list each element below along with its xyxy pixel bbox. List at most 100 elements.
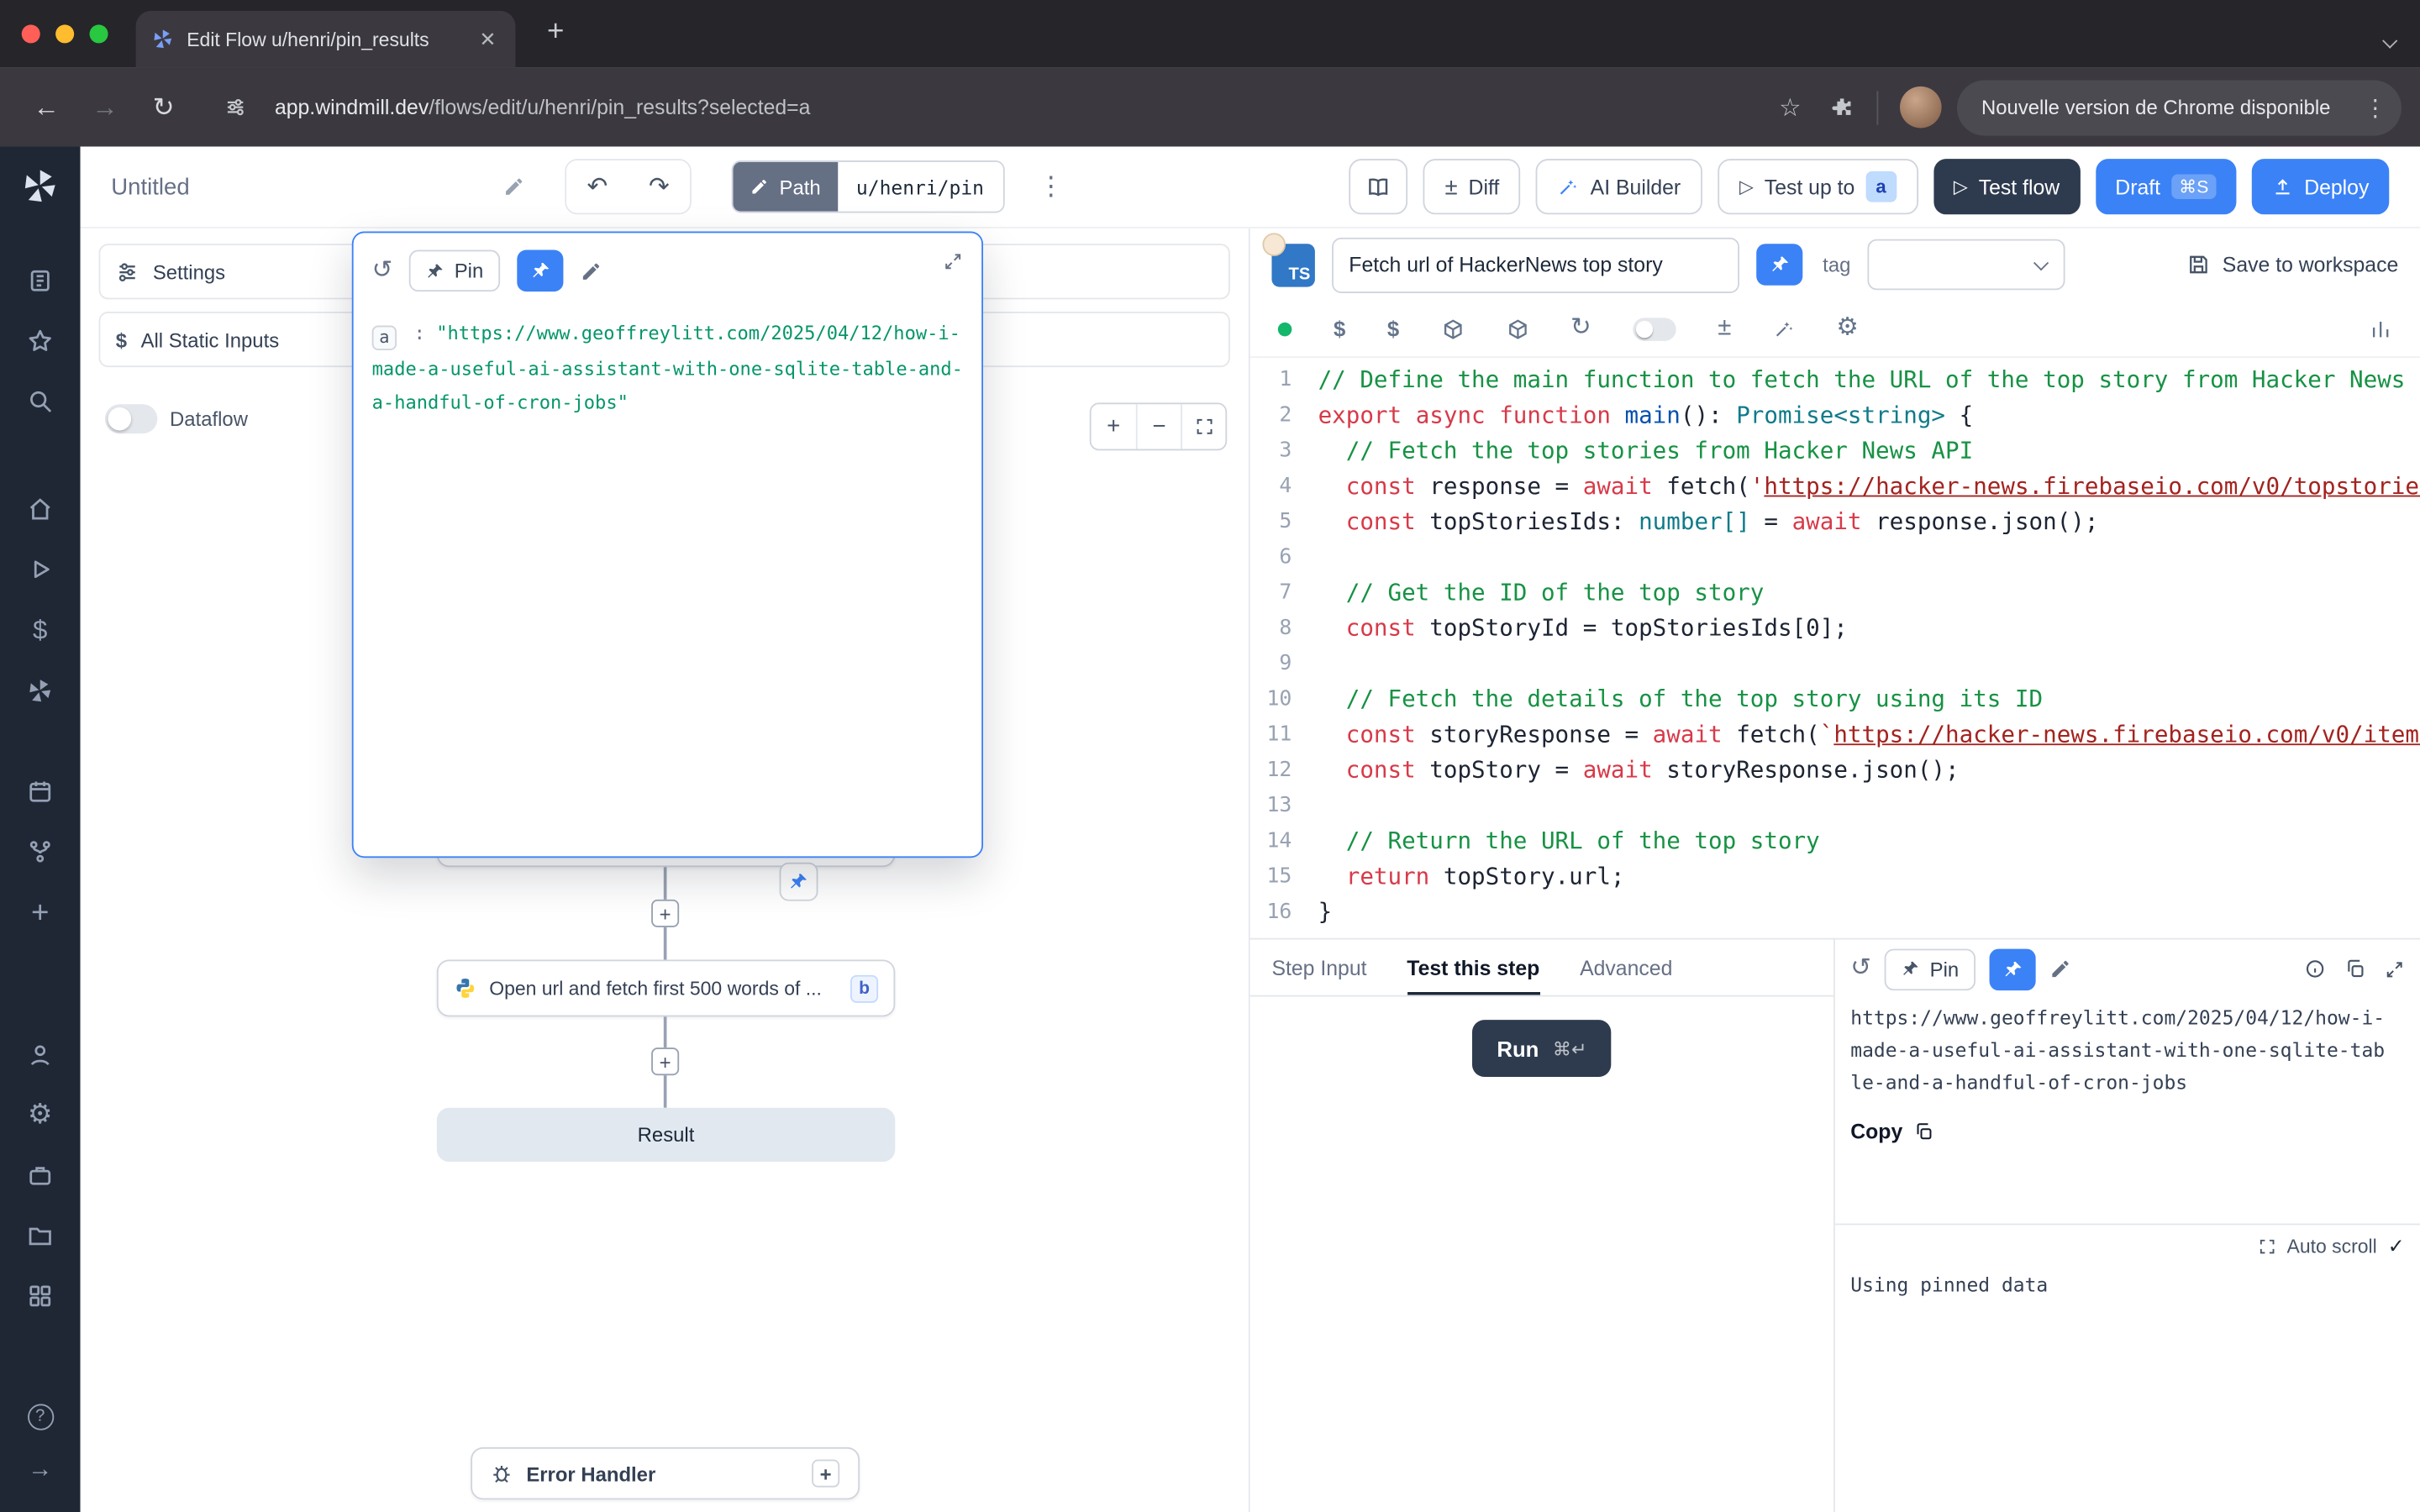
diff-icon[interactable]: ± xyxy=(1718,317,1731,341)
pinned-data-bad[interactable] xyxy=(780,863,818,901)
code-editor[interactable]: 1// Define the main function to fetch th… xyxy=(1250,358,2420,938)
flow-title-box[interactable]: Untitled xyxy=(111,174,524,200)
tab-step-input[interactable]: Step Input xyxy=(1271,940,1366,995)
test-flow-button[interactable]: ▷Test flow xyxy=(1933,159,2080,214)
traffic-light-minimize[interactable] xyxy=(55,24,74,43)
history-icon[interactable]: ↺ xyxy=(1850,957,1871,981)
forward-icon[interactable]: → xyxy=(77,81,133,133)
copy-result-icon[interactable] xyxy=(2344,958,2366,980)
copy-button[interactable]: Copy xyxy=(1835,1101,2420,1162)
settings-icon[interactable]: ⚙ xyxy=(20,1094,60,1134)
run-button[interactable]: Run⌘↵ xyxy=(1472,1020,1612,1077)
windmill-logo[interactable] xyxy=(20,166,60,207)
site-settings-icon[interactable] xyxy=(210,82,260,132)
deploy-button[interactable]: Deploy xyxy=(2252,159,2390,214)
zoom-out-icon[interactable]: − xyxy=(1136,404,1181,449)
insert-step-button[interactable]: + xyxy=(651,1047,679,1075)
ai-gen-icon[interactable] xyxy=(1773,318,1795,339)
diff-toggle[interactable] xyxy=(1633,317,1676,340)
flows-icon[interactable] xyxy=(20,832,60,872)
resources-icon[interactable] xyxy=(20,671,60,711)
variable-picker-icon[interactable]: $ xyxy=(1334,318,1345,339)
apps-icon[interactable] xyxy=(20,260,60,301)
back-icon[interactable]: ← xyxy=(18,81,74,133)
diff-button[interactable]: ±Diff xyxy=(1423,159,1521,214)
result-value[interactable]: https://www.geoffreylitt.com/2025/04/12/… xyxy=(1835,998,2409,1101)
traffic-light-close[interactable] xyxy=(22,24,40,43)
pin-button[interactable]: Pin xyxy=(1885,948,1975,990)
edge xyxy=(664,927,666,960)
undo-icon[interactable]: ↶ xyxy=(566,160,628,213)
resource-picker-icon[interactable]: $ xyxy=(1387,318,1399,339)
editor-settings-icon[interactable]: ⚙ xyxy=(1836,317,1858,341)
add-error-handler-button[interactable]: + xyxy=(812,1460,839,1488)
edit-pin-pencil-icon[interactable] xyxy=(581,260,602,281)
insights-icon[interactable] xyxy=(2369,317,2392,340)
tab-advanced[interactable]: Advanced xyxy=(1580,940,1672,995)
tab-test-this-step[interactable]: Test this step xyxy=(1407,940,1539,995)
chrome-update-button[interactable]: Nouvelle version de Chrome disponible ⋮ xyxy=(1957,80,2402,135)
profile-avatar[interactable] xyxy=(1900,87,1942,129)
help-icon[interactable]: ? xyxy=(20,1396,60,1436)
tag-select[interactable] xyxy=(1868,239,2065,291)
collapse-icon[interactable]: → xyxy=(20,1451,60,1491)
pin-button[interactable]: Pin xyxy=(409,250,500,292)
script-fix-icon[interactable] xyxy=(1441,317,1465,340)
ai-builder-button[interactable]: AI Builder xyxy=(1536,159,1702,214)
zoom-in-icon[interactable]: + xyxy=(1092,404,1136,449)
test-up-to-button[interactable]: ▷Test up toa xyxy=(1718,159,1918,214)
schedules-icon[interactable] xyxy=(20,771,60,811)
new-tab-button[interactable]: + xyxy=(537,14,574,51)
edit-title-pencil-icon[interactable] xyxy=(503,176,525,197)
tab-close-icon[interactable]: ✕ xyxy=(476,27,500,51)
fullscreen-icon[interactable] xyxy=(2258,1237,2276,1256)
wand-icon xyxy=(1558,176,1580,197)
save-to-workspace-button[interactable]: Save to workspace xyxy=(2187,253,2399,276)
redo-icon[interactable]: ↷ xyxy=(629,160,690,213)
reload-icon[interactable]: ↻ xyxy=(1570,317,1591,341)
more-options-icon[interactable]: ⋮ xyxy=(1038,171,1064,202)
variables-icon[interactable]: $ xyxy=(20,610,60,650)
add-icon[interactable]: + xyxy=(20,893,60,933)
pinned-json-view[interactable]: a : "https://www.geoffreylitt.com/2025/0… xyxy=(354,308,982,428)
runs-icon[interactable] xyxy=(20,549,60,590)
folders-icon[interactable] xyxy=(20,1215,60,1256)
pin-active-button[interactable] xyxy=(518,250,564,292)
fit-view-icon[interactable] xyxy=(1181,404,1225,449)
extensions-icon[interactable] xyxy=(1818,82,1867,132)
pin-active-button[interactable] xyxy=(1990,948,2036,990)
favorites-icon[interactable] xyxy=(20,321,60,361)
status-dot[interactable] xyxy=(1278,322,1292,336)
bookmark-star-icon[interactable]: ☆ xyxy=(1765,82,1815,132)
chrome-menu-icon[interactable]: ⋮ xyxy=(2359,93,2392,121)
path-control[interactable]: Path u/henri/pin xyxy=(732,160,1004,213)
auto-scroll-control[interactable]: Auto scroll ✓ xyxy=(2258,1234,2405,1258)
history-icon[interactable]: ↺ xyxy=(372,259,393,283)
user-icon[interactable] xyxy=(20,1035,60,1075)
result-node[interactable]: Result xyxy=(437,1108,896,1162)
reload-icon[interactable]: ↻ xyxy=(136,81,192,133)
insert-step-button[interactable]: + xyxy=(651,900,679,927)
draft-button[interactable]: Draft⌘S xyxy=(2095,159,2236,214)
step-b-node[interactable]: Open url and fetch first 500 words of ..… xyxy=(437,959,896,1016)
error-handler-node[interactable]: Error Handler + xyxy=(471,1447,860,1499)
traffic-light-zoom[interactable] xyxy=(90,24,108,43)
docs-book-button[interactable] xyxy=(1349,159,1408,214)
expand-icon[interactable] xyxy=(943,251,963,271)
package-icon[interactable] xyxy=(1506,317,1529,340)
browser-tab[interactable]: Edit Flow u/henri/pin_results ✕ xyxy=(136,11,516,68)
copy-label: Copy xyxy=(1850,1120,1902,1143)
step-summary-input[interactable] xyxy=(1332,237,1739,292)
logs-icon[interactable] xyxy=(20,1276,60,1316)
search-icon[interactable] xyxy=(20,381,60,422)
pin-active-button[interactable] xyxy=(1756,244,1802,286)
dataflow-toggle[interactable] xyxy=(105,404,157,433)
expand-result-icon[interactable] xyxy=(2385,959,2405,979)
address-bar[interactable]: app.windmill.dev/flows/edit/u/henri/pin_… xyxy=(210,82,1762,132)
edit-pin-pencil-icon[interactable] xyxy=(2050,958,2072,980)
home-icon[interactable] xyxy=(20,489,60,529)
workers-icon[interactable] xyxy=(20,1156,60,1196)
diagnostics-icon[interactable] xyxy=(2304,958,2326,980)
step-editor-panel: TS tag Save to workspace $$↻±⚙ 1// Defin… xyxy=(1250,228,2420,1512)
tab-search-chevron-icon[interactable] xyxy=(2385,26,2396,54)
